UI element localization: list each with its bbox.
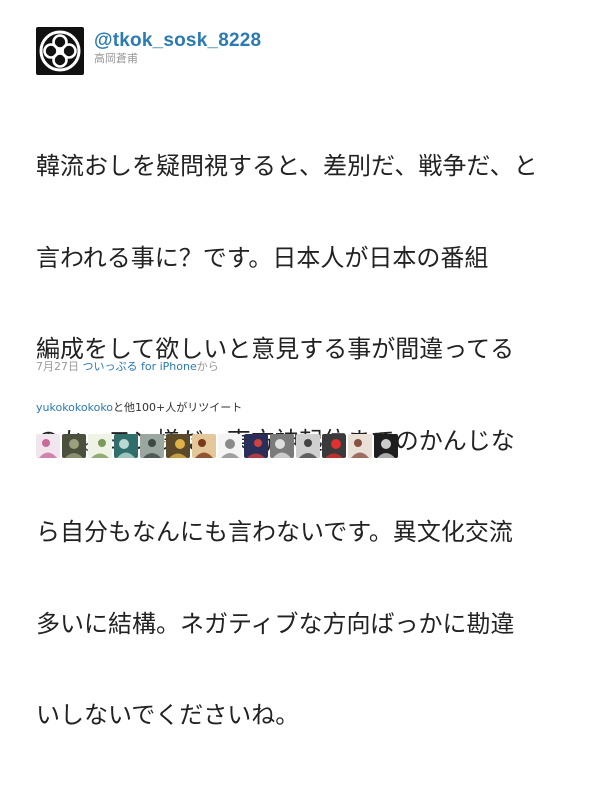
retweeter-avatar-13[interactable] xyxy=(348,434,372,458)
tweet-line: ら自分もなんにも言わないです。異文化交流 xyxy=(36,518,513,546)
tweet-line: 多いに結構。ネガティブな方向ばっかに勘違 xyxy=(36,609,515,638)
retweeter-avatar-6[interactable] xyxy=(166,434,190,458)
user-avatar[interactable] xyxy=(36,27,84,75)
retweeter-avatar-12[interactable] xyxy=(322,434,346,458)
tweet-card: @tkok_sosk_8228 高岡蒼甫 韓流おしを疑問視すると、差別だ、戦争だ… xyxy=(0,0,604,729)
retweeter-avatar-4[interactable] xyxy=(114,434,138,458)
retweeter-avatar-5[interactable] xyxy=(140,434,164,458)
tweet-meta: 7月27日 ついっぷる for iPhoneから xyxy=(36,360,219,374)
retweeter-avatar-7[interactable] xyxy=(192,434,216,458)
full-name: 高岡蒼甫 xyxy=(94,52,138,65)
retweeter-avatars xyxy=(36,434,400,462)
retweeter-avatar-8[interactable] xyxy=(218,434,242,458)
retweeter-avatar-3[interactable] xyxy=(88,434,112,458)
tweet-line: いしないでくださいね。 xyxy=(36,701,300,729)
client-suffix: から xyxy=(196,360,219,373)
retweeter-avatar-2[interactable] xyxy=(62,434,86,458)
retweeter-avatar-1[interactable] xyxy=(36,434,60,458)
retweeter-avatar-14[interactable] xyxy=(374,434,398,458)
retweeter-link[interactable]: yukokokokoko xyxy=(36,401,113,414)
family-crest-icon xyxy=(39,30,81,72)
tweet-header: @tkok_sosk_8228 高岡蒼甫 xyxy=(36,27,261,77)
retweeter-avatar-10[interactable] xyxy=(270,434,294,458)
retweeter-avatar-11[interactable] xyxy=(296,434,320,458)
screen-name-link[interactable]: @tkok_sosk_8228 xyxy=(94,30,261,52)
tweet-line: 言われる事に？です。日本人が日本の番組 xyxy=(36,243,489,272)
retweet-summary: yukokokokokoと他100+人がリツイート xyxy=(36,401,242,415)
retweet-count-text: と他100+人がリツイート xyxy=(113,401,243,414)
retweeter-avatar-9[interactable] xyxy=(244,434,268,458)
client-link[interactable]: ついっぷる for iPhone xyxy=(83,360,197,373)
user-names: @tkok_sosk_8228 高岡蒼甫 xyxy=(94,27,261,66)
timestamp-link[interactable]: 7月27日 xyxy=(36,360,79,373)
tweet-line: 韓流おしを疑問視すると、差別だ、戦争だ、と xyxy=(36,152,538,180)
